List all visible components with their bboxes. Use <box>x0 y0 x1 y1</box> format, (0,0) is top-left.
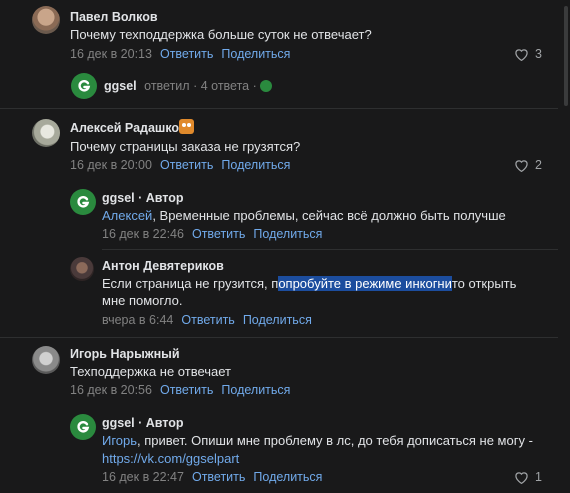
reply-author[interactable]: ggsel · Автор <box>102 191 184 205</box>
reply-meta: 16 дек в 22:47 Ответить Поделиться <box>102 470 322 484</box>
reply-meta: 16 дек в 22:46 Ответить Поделиться <box>102 227 322 241</box>
share-button[interactable]: Поделиться <box>221 47 290 61</box>
reply-button[interactable]: Ответить <box>160 47 213 61</box>
share-button[interactable]: Поделиться <box>221 158 290 172</box>
comment-date[interactable]: 16 дек в 20:00 <box>70 158 152 172</box>
like-button[interactable]: 2 <box>514 158 542 172</box>
heart-icon <box>515 48 528 61</box>
reply-text-line2: мне помогло. <box>102 293 183 308</box>
divider <box>0 337 558 338</box>
reply-button[interactable]: Ответить <box>160 158 213 172</box>
ggsel-logo-icon[interactable] <box>70 414 96 440</box>
comment-text: Почему техподдержка больше суток не отве… <box>70 27 372 42</box>
avatar[interactable] <box>32 346 60 374</box>
share-button[interactable]: Поделиться <box>243 313 312 327</box>
scrollbar-thumb[interactable] <box>564 6 568 106</box>
reply-text: Игорь, привет. Опиши мне проблему в лс, … <box>102 433 533 448</box>
like-button[interactable]: 1 <box>514 470 542 484</box>
like-button[interactable]: 3 <box>514 47 542 61</box>
heart-icon <box>515 159 528 172</box>
owl-icon <box>179 119 194 134</box>
reply-text: Алексей, Временные проблемы, сейчас всё … <box>102 208 506 223</box>
mention-link[interactable]: Алексей <box>102 208 152 223</box>
comment-text: Техподдержка не отвечает <box>70 364 232 379</box>
reply-date[interactable]: 16 дек в 22:46 <box>102 227 184 241</box>
reply-button[interactable]: Ответить <box>160 383 213 397</box>
comment-meta: 16 дек в 20:13 Ответить Поделиться <box>70 47 290 61</box>
comment-author[interactable]: Алексей Радашко <box>70 121 179 135</box>
like-count: 1 <box>535 470 542 484</box>
comment-date[interactable]: 16 дек в 20:56 <box>70 383 152 397</box>
thread-author: ggsel <box>104 79 137 93</box>
heart-icon <box>515 471 528 484</box>
like-count: 2 <box>535 158 542 172</box>
avatar[interactable] <box>32 6 60 34</box>
ggsel-logo-icon[interactable] <box>70 189 96 215</box>
reply-author[interactable]: ggsel · Автор <box>102 416 184 430</box>
comment-meta: 16 дек в 20:00 Ответить Поделиться <box>70 158 290 172</box>
scrollbar[interactable] <box>560 0 570 493</box>
reply-button[interactable]: Ответить <box>192 470 245 484</box>
divider <box>102 249 558 250</box>
reply-meta: вчера в 6:44 Ответить Поделиться <box>102 313 312 327</box>
mention-link[interactable]: Игорь <box>102 433 137 448</box>
reply-date[interactable]: вчера в 6:44 <box>102 313 173 327</box>
thread-reply-count: 4 ответа <box>200 79 250 93</box>
avatar[interactable] <box>70 257 94 281</box>
ggsel-logo-icon[interactable] <box>71 73 97 99</box>
reply-date[interactable]: 16 дек в 22:47 <box>102 470 184 484</box>
reply-text: Если страница не грузится, попробуйте в … <box>102 276 517 291</box>
reply-button[interactable]: Ответить <box>192 227 245 241</box>
vk-link[interactable]: https://vk.com/ggselpart <box>102 451 239 466</box>
thread-answered: ответил <box>144 79 190 93</box>
thread-summary[interactable]: ggsel ответил · 4 ответа · <box>104 79 273 93</box>
comment-date[interactable]: 16 дек в 20:13 <box>70 47 152 61</box>
divider <box>0 108 558 109</box>
avatar[interactable] <box>32 119 60 147</box>
reply-button[interactable]: Ответить <box>181 313 234 327</box>
reply-author[interactable]: Антон Девятериков <box>102 259 224 273</box>
share-button[interactable]: Поделиться <box>253 227 322 241</box>
ggsel-small-icon <box>260 80 273 92</box>
comment-meta: 16 дек в 20:56 Ответить Поделиться <box>70 383 290 397</box>
like-count: 3 <box>535 47 542 61</box>
share-button[interactable]: Поделиться <box>221 383 290 397</box>
comment-text: Почему страницы заказа не грузятся? <box>70 139 301 154</box>
selected-text: опробуйте в режиме инкогни <box>278 276 452 291</box>
external-link: https://vk.com/ggselpart <box>102 450 239 467</box>
comment-author[interactable]: Павел Волков <box>70 10 158 24</box>
comment-author[interactable]: Игорь Нарыжный <box>70 347 180 361</box>
share-button[interactable]: Поделиться <box>253 470 322 484</box>
